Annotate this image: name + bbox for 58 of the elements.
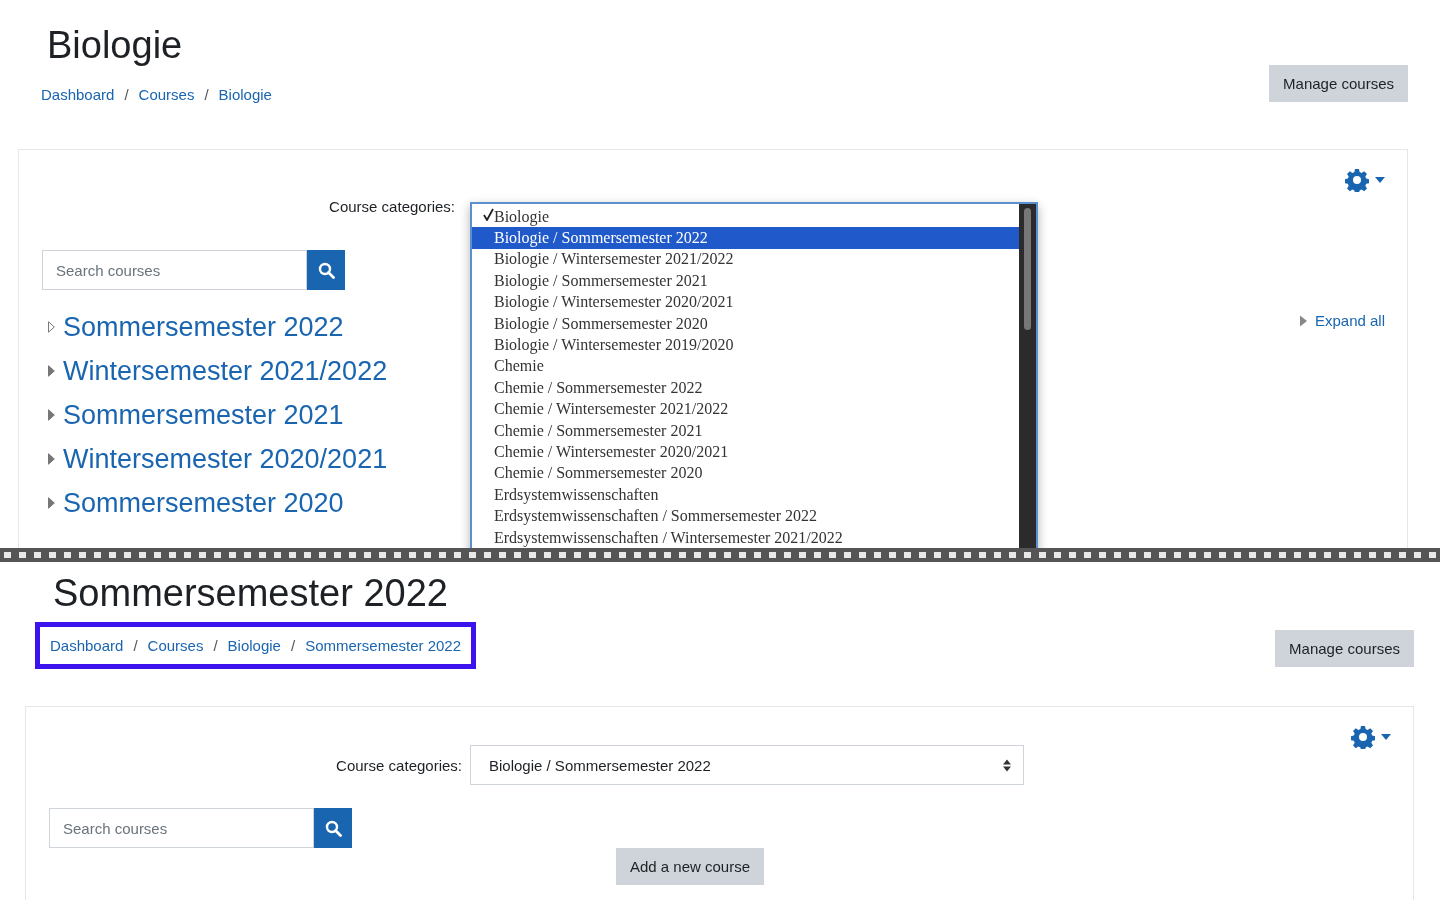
- add-course-button[interactable]: Add a new course: [615, 848, 765, 885]
- expand-all-link[interactable]: Expand all: [1299, 312, 1385, 329]
- breadcrumb-separator: /: [133, 637, 138, 654]
- manage-courses-button[interactable]: Manage courses: [1269, 65, 1408, 102]
- search-icon: [317, 261, 335, 279]
- breadcrumb-separator: /: [213, 637, 218, 654]
- breadcrumb-link[interactable]: Dashboard: [50, 637, 124, 654]
- caret-icon[interactable]: [1381, 734, 1391, 740]
- scrollbar[interactable]: [1019, 204, 1036, 548]
- search-button[interactable]: [314, 808, 352, 848]
- breadcrumb-link[interactable]: Biologie: [218, 86, 272, 103]
- search-icon: [324, 819, 342, 837]
- manage-courses-button[interactable]: Manage courses: [1275, 630, 1414, 667]
- dropdown-option[interactable]: Biologie / Wintersemester 2019/2020: [472, 334, 1019, 356]
- dropdown-option[interactable]: Chemie / Wintersemester 2021/2022: [472, 398, 1019, 420]
- dropdown-option[interactable]: Erdsystemwissenschaften: [472, 484, 1019, 506]
- category-link[interactable]: Wintersemester 2020/2021: [48, 440, 388, 478]
- gear-icon[interactable]: [1351, 725, 1375, 749]
- dropdown-option[interactable]: Erdsystemwissenschaften / Wintersemester 2021/2022: [472, 526, 1019, 548]
- caret-icon[interactable]: [1375, 177, 1385, 183]
- dropdown-option[interactable]: Chemie / Sommersemester 2022: [472, 377, 1019, 399]
- search-field[interactable]: Search courses: [49, 808, 314, 848]
- dropdown-option[interactable]: Biologie / Wintersemester 2020/2021: [472, 291, 1019, 313]
- category-link[interactable]: Sommersemester 2022: [48, 308, 388, 346]
- dropdown-option[interactable]: Chemie: [472, 355, 1019, 378]
- field-label: Course categories:: [328, 197, 456, 215]
- dropdown-option[interactable]: Chemie / Sommersemester 2021: [472, 419, 1019, 442]
- search-button[interactable]: [307, 250, 345, 290]
- dropdown-option[interactable]: Erdsystemwissenschaften / Sommersemester 2022: [472, 505, 1019, 527]
- category-dropdown-list[interactable]: [470, 202, 1038, 548]
- page-title: Biologie: [46, 23, 184, 68]
- field-label: Course categories:: [335, 756, 463, 774]
- breadcrumb-link[interactable]: Sommersemester 2022: [305, 637, 462, 654]
- expand-arrow-icon: [1299, 314, 1307, 327]
- checkmark-icon: [483, 208, 494, 222]
- dropdown-option[interactable]: Biologie / Wintersemester 2021/2022: [472, 248, 1019, 271]
- category-link[interactable]: Wintersemester 2021/2022: [48, 352, 388, 390]
- breadcrumb-link[interactable]: Courses: [147, 637, 204, 654]
- category-link[interactable]: Sommersemester 2021: [48, 396, 388, 434]
- breadcrumb-link[interactable]: Dashboard: [41, 86, 115, 103]
- dropdown-option[interactable]: Biologie / Sommersemester 2022: [472, 227, 1019, 249]
- scrollbar-thumb[interactable]: [1024, 208, 1031, 330]
- breadcrumb-link[interactable]: Courses: [138, 86, 195, 103]
- breadcrumb-separator: /: [290, 637, 296, 654]
- breadcrumb-link[interactable]: Biologie: [227, 637, 281, 654]
- dropdown-option[interactable]: Biologie / Sommersemester 2021: [472, 270, 1019, 292]
- page-title: Sommersemester 2022: [52, 571, 449, 616]
- category-select[interactable]: Biologie / Sommersemester 2022: [470, 745, 1024, 785]
- gear-icon[interactable]: [1345, 168, 1369, 192]
- sort-arrows-icon: [1003, 758, 1011, 772]
- category-link[interactable]: Sommersemester 2020: [48, 484, 388, 522]
- dropdown-option[interactable]: Chemie / Wintersemester 2020/2021: [472, 441, 1019, 463]
- breadcrumb-separator: /: [124, 86, 129, 103]
- search-field[interactable]: Search courses: [42, 250, 307, 290]
- dropdown-option[interactable]: Chemie / Sommersemester 2020: [472, 462, 1019, 485]
- breadcrumb-separator: /: [204, 86, 209, 103]
- dropdown-option[interactable]: Biologie: [472, 206, 1019, 228]
- dropdown-option[interactable]: Biologie / Sommersemester 2020: [472, 312, 1019, 335]
